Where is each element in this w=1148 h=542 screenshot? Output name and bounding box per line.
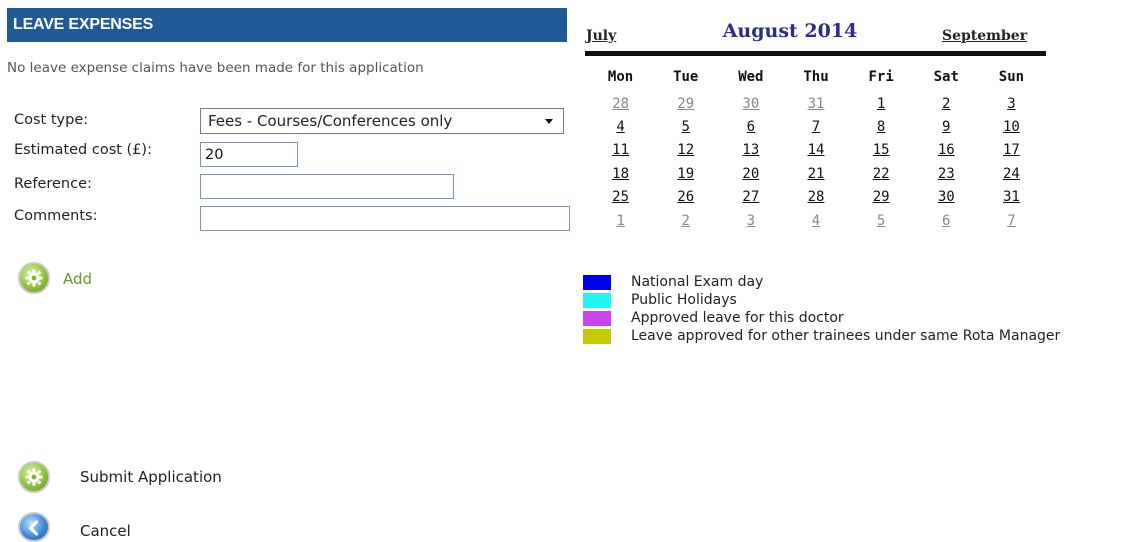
- gear-icon: [25, 468, 43, 486]
- comments-label: Comments:: [14, 208, 98, 224]
- weekday-header: Tue: [673, 69, 699, 85]
- calendar-day[interactable]: 8: [849, 115, 914, 138]
- calendar-week-row: 11 12 13 14 15 16 17: [588, 139, 1044, 162]
- dropdown-arrow-icon: [545, 119, 553, 124]
- leave-expenses-header: LEAVE EXPENSES: [7, 8, 567, 42]
- legend-label: Approved leave for this doctor: [631, 310, 844, 326]
- add-button[interactable]: Add: [63, 270, 92, 288]
- calendar-day[interactable]: 4: [588, 115, 653, 138]
- calendar-day[interactable]: 12: [653, 139, 718, 162]
- calendar-body: 28 29 30 31 1 2 3 4 5 6 7 8 9 10 11 12 13 14 15 16 17 18 19 20 2…: [588, 92, 1044, 232]
- submit-application-button[interactable]: Submit Application: [80, 468, 222, 486]
- calendar-day[interactable]: 1: [849, 92, 914, 115]
- calendar-day[interactable]: 22: [849, 162, 914, 185]
- legend-color-swatch: [583, 275, 611, 290]
- weekday-header: Thu: [803, 69, 829, 85]
- calendar-day-other-month[interactable]: 1: [588, 209, 653, 232]
- submit-gear-icon[interactable]: [18, 461, 50, 493]
- calendar-day-other-month[interactable]: 2: [653, 209, 718, 232]
- calendar-weekday-row: Mon Tue Wed Thu Fri Sat Sun: [588, 62, 1044, 92]
- calendar-day-other-month[interactable]: 7: [979, 209, 1044, 232]
- calendar-week-row: 25 26 27 28 29 30 31: [588, 186, 1044, 209]
- weekday-header: Sun: [998, 69, 1025, 85]
- weekday-header: Wed: [738, 69, 764, 85]
- estimated-cost-label: Estimated cost (£):: [14, 142, 152, 158]
- calendar-day[interactable]: 24: [979, 162, 1044, 185]
- calendar-day-other-month[interactable]: 3: [718, 209, 783, 232]
- calendar-day[interactable]: 3: [979, 92, 1044, 115]
- calendar-day[interactable]: 10: [979, 115, 1044, 138]
- calendar-day[interactable]: 27: [718, 186, 783, 209]
- calendar-day[interactable]: 15: [849, 139, 914, 162]
- calendar-day[interactable]: 20: [718, 162, 783, 185]
- calendar-day-other-month[interactable]: 29: [653, 92, 718, 115]
- calendar-grid: Mon Tue Wed Thu Fri Sat Sun 28 29 30 31 1 2 3 4 5 6 7 8 9 1…: [588, 62, 1044, 232]
- cancel-back-icon[interactable]: [18, 512, 50, 542]
- calendar-divider: [585, 51, 1046, 56]
- weekday-header: Fri: [868, 69, 894, 85]
- calendar-day[interactable]: 26: [653, 186, 718, 209]
- calendar-week-row: 4 5 6 7 8 9 10: [588, 115, 1044, 138]
- calendar-day[interactable]: 30: [914, 186, 979, 209]
- reference-input[interactable]: [200, 174, 454, 199]
- calendar-day-other-month[interactable]: 6: [914, 209, 979, 232]
- legend-label: National Exam day: [631, 274, 764, 290]
- calendar-day[interactable]: 5: [653, 115, 718, 138]
- calendar-day-other-month[interactable]: 30: [718, 92, 783, 115]
- comments-input[interactable]: [200, 206, 570, 231]
- calendar-day[interactable]: 9: [914, 115, 979, 138]
- calendar-next-month-link[interactable]: September: [942, 28, 1027, 44]
- calendar-day[interactable]: 29: [849, 186, 914, 209]
- calendar-day[interactable]: 2: [914, 92, 979, 115]
- calendar-day[interactable]: 19: [653, 162, 718, 185]
- calendar-prev-month-link[interactable]: July: [586, 28, 616, 44]
- weekday-header: Mon: [607, 69, 634, 85]
- legend-label: Leave approved for other trainees under …: [631, 328, 1061, 344]
- calendar-day[interactable]: 21: [783, 162, 848, 185]
- reference-label: Reference:: [14, 176, 92, 192]
- cancel-button[interactable]: Cancel: [80, 522, 131, 540]
- calendar-week-row: 18 19 20 21 22 23 24: [588, 162, 1044, 185]
- calendar-week-row: 1234567: [588, 209, 1044, 232]
- calendar-day[interactable]: 23: [914, 162, 979, 185]
- calendar-day-other-month[interactable]: 28: [588, 92, 653, 115]
- cost-type-select[interactable]: Fees - Courses/Conferences only: [200, 108, 564, 134]
- cost-type-selected-value: Fees - Courses/Conferences only: [208, 112, 453, 130]
- back-arrow-icon: [28, 520, 39, 536]
- calendar-day-other-month[interactable]: 5: [849, 209, 914, 232]
- calendar-day-other-month[interactable]: 31: [783, 92, 848, 115]
- calendar-day-other-month[interactable]: 4: [783, 209, 848, 232]
- calendar-day[interactable]: 11: [588, 139, 653, 162]
- weekday-header: Sat: [933, 69, 959, 85]
- calendar-day[interactable]: 25: [588, 186, 653, 209]
- calendar-day[interactable]: 7: [783, 115, 848, 138]
- add-gear-icon[interactable]: [18, 262, 50, 294]
- leave-application-page: LEAVE EXPENSES No leave expense claims h…: [0, 0, 1148, 542]
- calendar-month-title: August 2014: [722, 20, 858, 42]
- no-claims-message: No leave expense claims have been made f…: [7, 60, 424, 76]
- legend-color-swatch: [583, 311, 611, 326]
- legend-color-swatch: [583, 293, 611, 308]
- calendar-week-row: 28 29 30 31 1 2 3: [588, 92, 1044, 115]
- calendar-day[interactable]: 28: [783, 186, 848, 209]
- cost-type-label: Cost type:: [14, 112, 89, 128]
- calendar-day[interactable]: 16: [914, 139, 979, 162]
- calendar-day[interactable]: 17: [979, 139, 1044, 162]
- calendar-day[interactable]: 6: [718, 115, 783, 138]
- calendar-day[interactable]: 14: [783, 139, 848, 162]
- calendar-day[interactable]: 31: [979, 186, 1044, 209]
- estimated-cost-input[interactable]: [200, 142, 298, 167]
- legend-label: Public Holidays: [631, 292, 737, 308]
- legend-color-swatch: [583, 329, 611, 344]
- calendar-day[interactable]: 18: [588, 162, 653, 185]
- calendar-day[interactable]: 13: [718, 139, 783, 162]
- gear-icon: [25, 269, 43, 287]
